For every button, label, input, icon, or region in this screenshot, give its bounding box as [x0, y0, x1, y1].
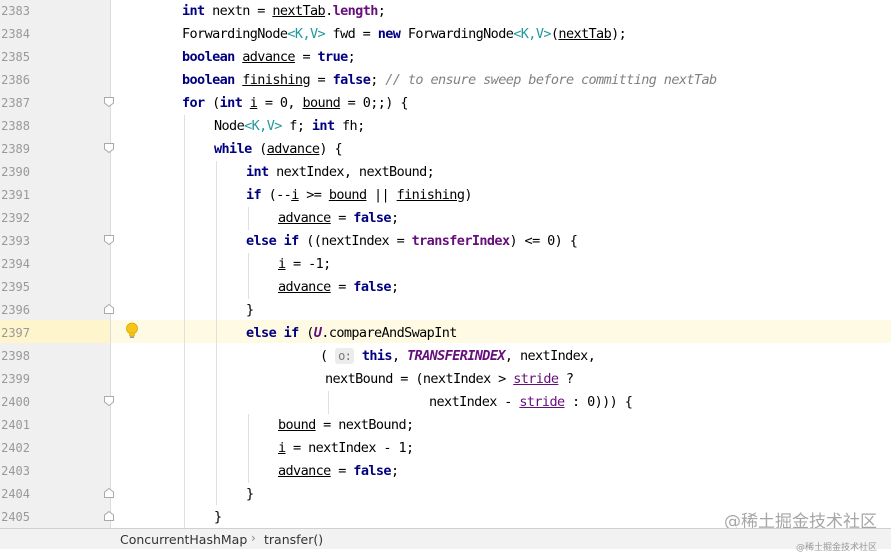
code-text[interactable]: boolean advance = true; — [182, 46, 356, 69]
code-line: 2395 advance = false; — [0, 276, 891, 299]
code-text[interactable]: i = -1; — [278, 253, 331, 276]
code-line: 2391 if (--i >= bound || finishing) — [0, 184, 891, 207]
breadcrumb-method[interactable]: transfer() — [264, 532, 323, 547]
line-number: 2387 — [1, 96, 30, 110]
line-number: 2392 — [1, 211, 30, 225]
line-number: 2384 — [1, 27, 30, 41]
code-text[interactable]: advance = false; — [278, 276, 399, 299]
code-line: 2398 ( o: this, TRANSFERINDEX, nextIndex… — [0, 345, 891, 368]
line-number: 2389 — [1, 142, 30, 156]
code-text[interactable]: ( o: this, TRANSFERINDEX, nextIndex, — [320, 345, 596, 368]
watermark-small: @稀土掘金技术社区 — [795, 543, 877, 553]
line-number: 2394 — [1, 257, 30, 271]
code-line-current: 2397 else if (U.compareAndSwapInt — [0, 322, 891, 345]
code-line: 2384 ForwardingNode<K,V> fwd = new Forwa… — [0, 23, 891, 46]
line-number: 2395 — [1, 280, 30, 294]
line-number: 2403 — [1, 464, 30, 478]
line-number: 2393 — [1, 234, 30, 248]
line-number: 2400 — [1, 395, 30, 409]
code-text[interactable]: int nextIndex, nextBound; — [246, 161, 435, 184]
code-text[interactable]: for (int i = 0, bound = 0;;) { — [182, 92, 408, 115]
code-line: 2392 advance = false; — [0, 207, 891, 230]
code-line: 2394 i = -1; — [0, 253, 891, 276]
code-line: 2386 boolean finishing = false; // to en… — [0, 69, 891, 92]
code-text[interactable]: bound = nextBound; — [278, 414, 414, 437]
code-text[interactable]: advance = false; — [278, 207, 399, 230]
code-text[interactable]: else if (U.compareAndSwapInt — [246, 322, 457, 345]
line-number: 2383 — [1, 4, 30, 18]
code-text[interactable]: while (advance) { — [214, 138, 343, 161]
code-text[interactable]: } — [246, 299, 254, 322]
line-number: 2399 — [1, 372, 30, 386]
line-number: 2404 — [1, 487, 30, 501]
code-text[interactable]: nextBound = (nextIndex > stride ? — [325, 368, 574, 391]
breadcrumb-class[interactable]: ConcurrentHashMap — [120, 532, 247, 547]
code-line: 2390 int nextIndex, nextBound; — [0, 161, 891, 184]
code-text[interactable]: advance = false; — [278, 460, 399, 483]
code-text[interactable]: int nextn = nextTab.length; — [182, 0, 386, 23]
code-text[interactable]: } — [214, 506, 222, 529]
code-line: 2393 else if ((nextIndex = transferIndex… — [0, 230, 891, 253]
line-number: 2396 — [1, 303, 30, 317]
code-line: 2403 advance = false; — [0, 460, 891, 483]
chevron-right-icon: › — [251, 531, 256, 545]
code-line: 2385 boolean advance = true; — [0, 46, 891, 69]
code-line: 2402 i = nextIndex - 1; — [0, 437, 891, 460]
line-number: 2391 — [1, 188, 30, 202]
code-line: 2387 for (int i = 0, bound = 0;;) { — [0, 92, 891, 115]
parameter-hint: o: — [335, 348, 355, 364]
breadcrumb: ConcurrentHashMap › transfer() @稀土掘金技术社区 — [0, 528, 891, 553]
line-number: 2385 — [1, 50, 30, 64]
code-text[interactable]: nextIndex - stride : 0))) { — [429, 391, 633, 414]
code-line: 2396 } — [0, 299, 891, 322]
line-number: 2386 — [1, 73, 30, 87]
line-number: 2405 — [1, 510, 30, 524]
line-number: 2398 — [1, 349, 30, 363]
code-text[interactable]: ForwardingNode<K,V> fwd = new Forwarding… — [182, 23, 627, 46]
line-number: 2390 — [1, 165, 30, 179]
code-line: 2404 } — [0, 483, 891, 506]
code-text[interactable]: i = nextIndex - 1; — [278, 437, 414, 460]
code-line: 2389 while (advance) { — [0, 138, 891, 161]
code-line: 2383 int nextn = nextTab.length; — [0, 0, 891, 23]
code-text[interactable]: boolean finishing = false; // to ensure … — [182, 69, 717, 92]
code-line: 2401 bound = nextBound; — [0, 414, 891, 437]
line-number: 2402 — [1, 441, 30, 455]
code-line: 2388 Node<K,V> f; int fh; — [0, 115, 891, 138]
line-number: 2397 — [1, 326, 30, 340]
code-text[interactable]: if (--i >= bound || finishing) — [246, 184, 472, 207]
code-text[interactable]: Node<K,V> f; int fh; — [214, 115, 365, 138]
code-text[interactable]: } — [246, 483, 254, 506]
line-number: 2388 — [1, 119, 30, 133]
code-text[interactable]: else if ((nextIndex = transferIndex) <= … — [246, 230, 578, 253]
code-line: 2399 nextBound = (nextIndex > stride ? — [0, 368, 891, 391]
code-line: 2400 nextIndex - stride : 0))) { — [0, 391, 891, 414]
line-number: 2401 — [1, 418, 30, 432]
